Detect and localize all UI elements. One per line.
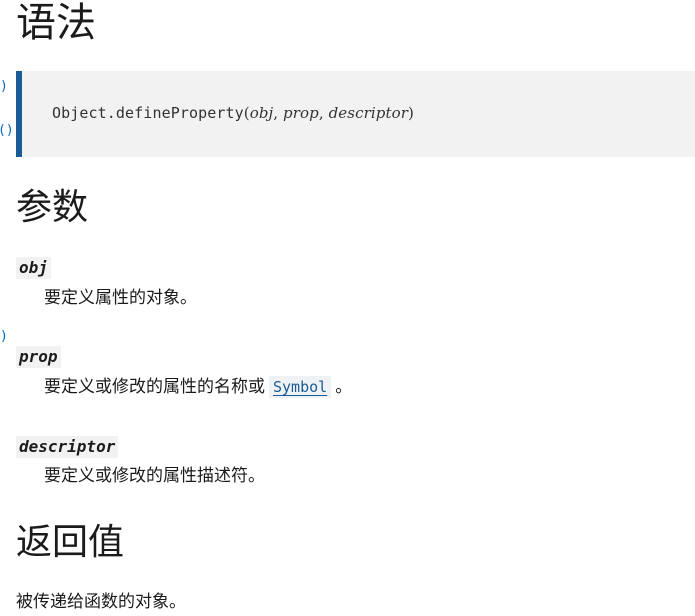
param-term-obj: obj [16, 257, 51, 279]
symbol-link[interactable]: Symbol [269, 376, 332, 398]
page: ) () ) 语法 Object.defineProperty(obj, pro… [0, 0, 695, 616]
code-param-descriptor: descriptor [328, 104, 408, 122]
parameters-heading: 参数 [16, 187, 89, 228]
code-param-obj: obj [249, 104, 274, 122]
syntax-code-block: Object.defineProperty(obj, prop, descrip… [16, 71, 695, 157]
param-desc-prop-text: 要定义或修改的属性的名称或 [44, 377, 265, 397]
code-separator: , [273, 104, 284, 122]
sidebar-clip-mark: ) [0, 329, 8, 344]
syntax-heading: 语法 [16, 0, 96, 46]
param-term-prop: prop [16, 346, 61, 368]
sidebar-clip-mark: () [0, 123, 14, 138]
return-value-heading: 返回值 [16, 522, 125, 563]
param-desc-obj: 要定义属性的对象。 [44, 288, 197, 308]
code-param-prop: prop [283, 104, 319, 122]
param-desc-prop: 要定义或修改的属性的名称或 Symbol。 [44, 376, 352, 398]
param-desc-prop-end: 。 [335, 377, 353, 397]
code-paren-close: ) [408, 104, 414, 122]
param-term-descriptor: descriptor [16, 436, 119, 458]
code-function: Object.defineProperty [52, 104, 244, 122]
return-value-text: 被传递给函数的对象。 [16, 592, 186, 612]
syntax-code-line: Object.defineProperty(obj, prop, descrip… [52, 104, 414, 122]
code-separator: , [318, 104, 329, 122]
param-desc-descriptor: 要定义或修改的属性描述符。 [44, 466, 265, 486]
sidebar-clip-mark: ) [0, 79, 8, 94]
